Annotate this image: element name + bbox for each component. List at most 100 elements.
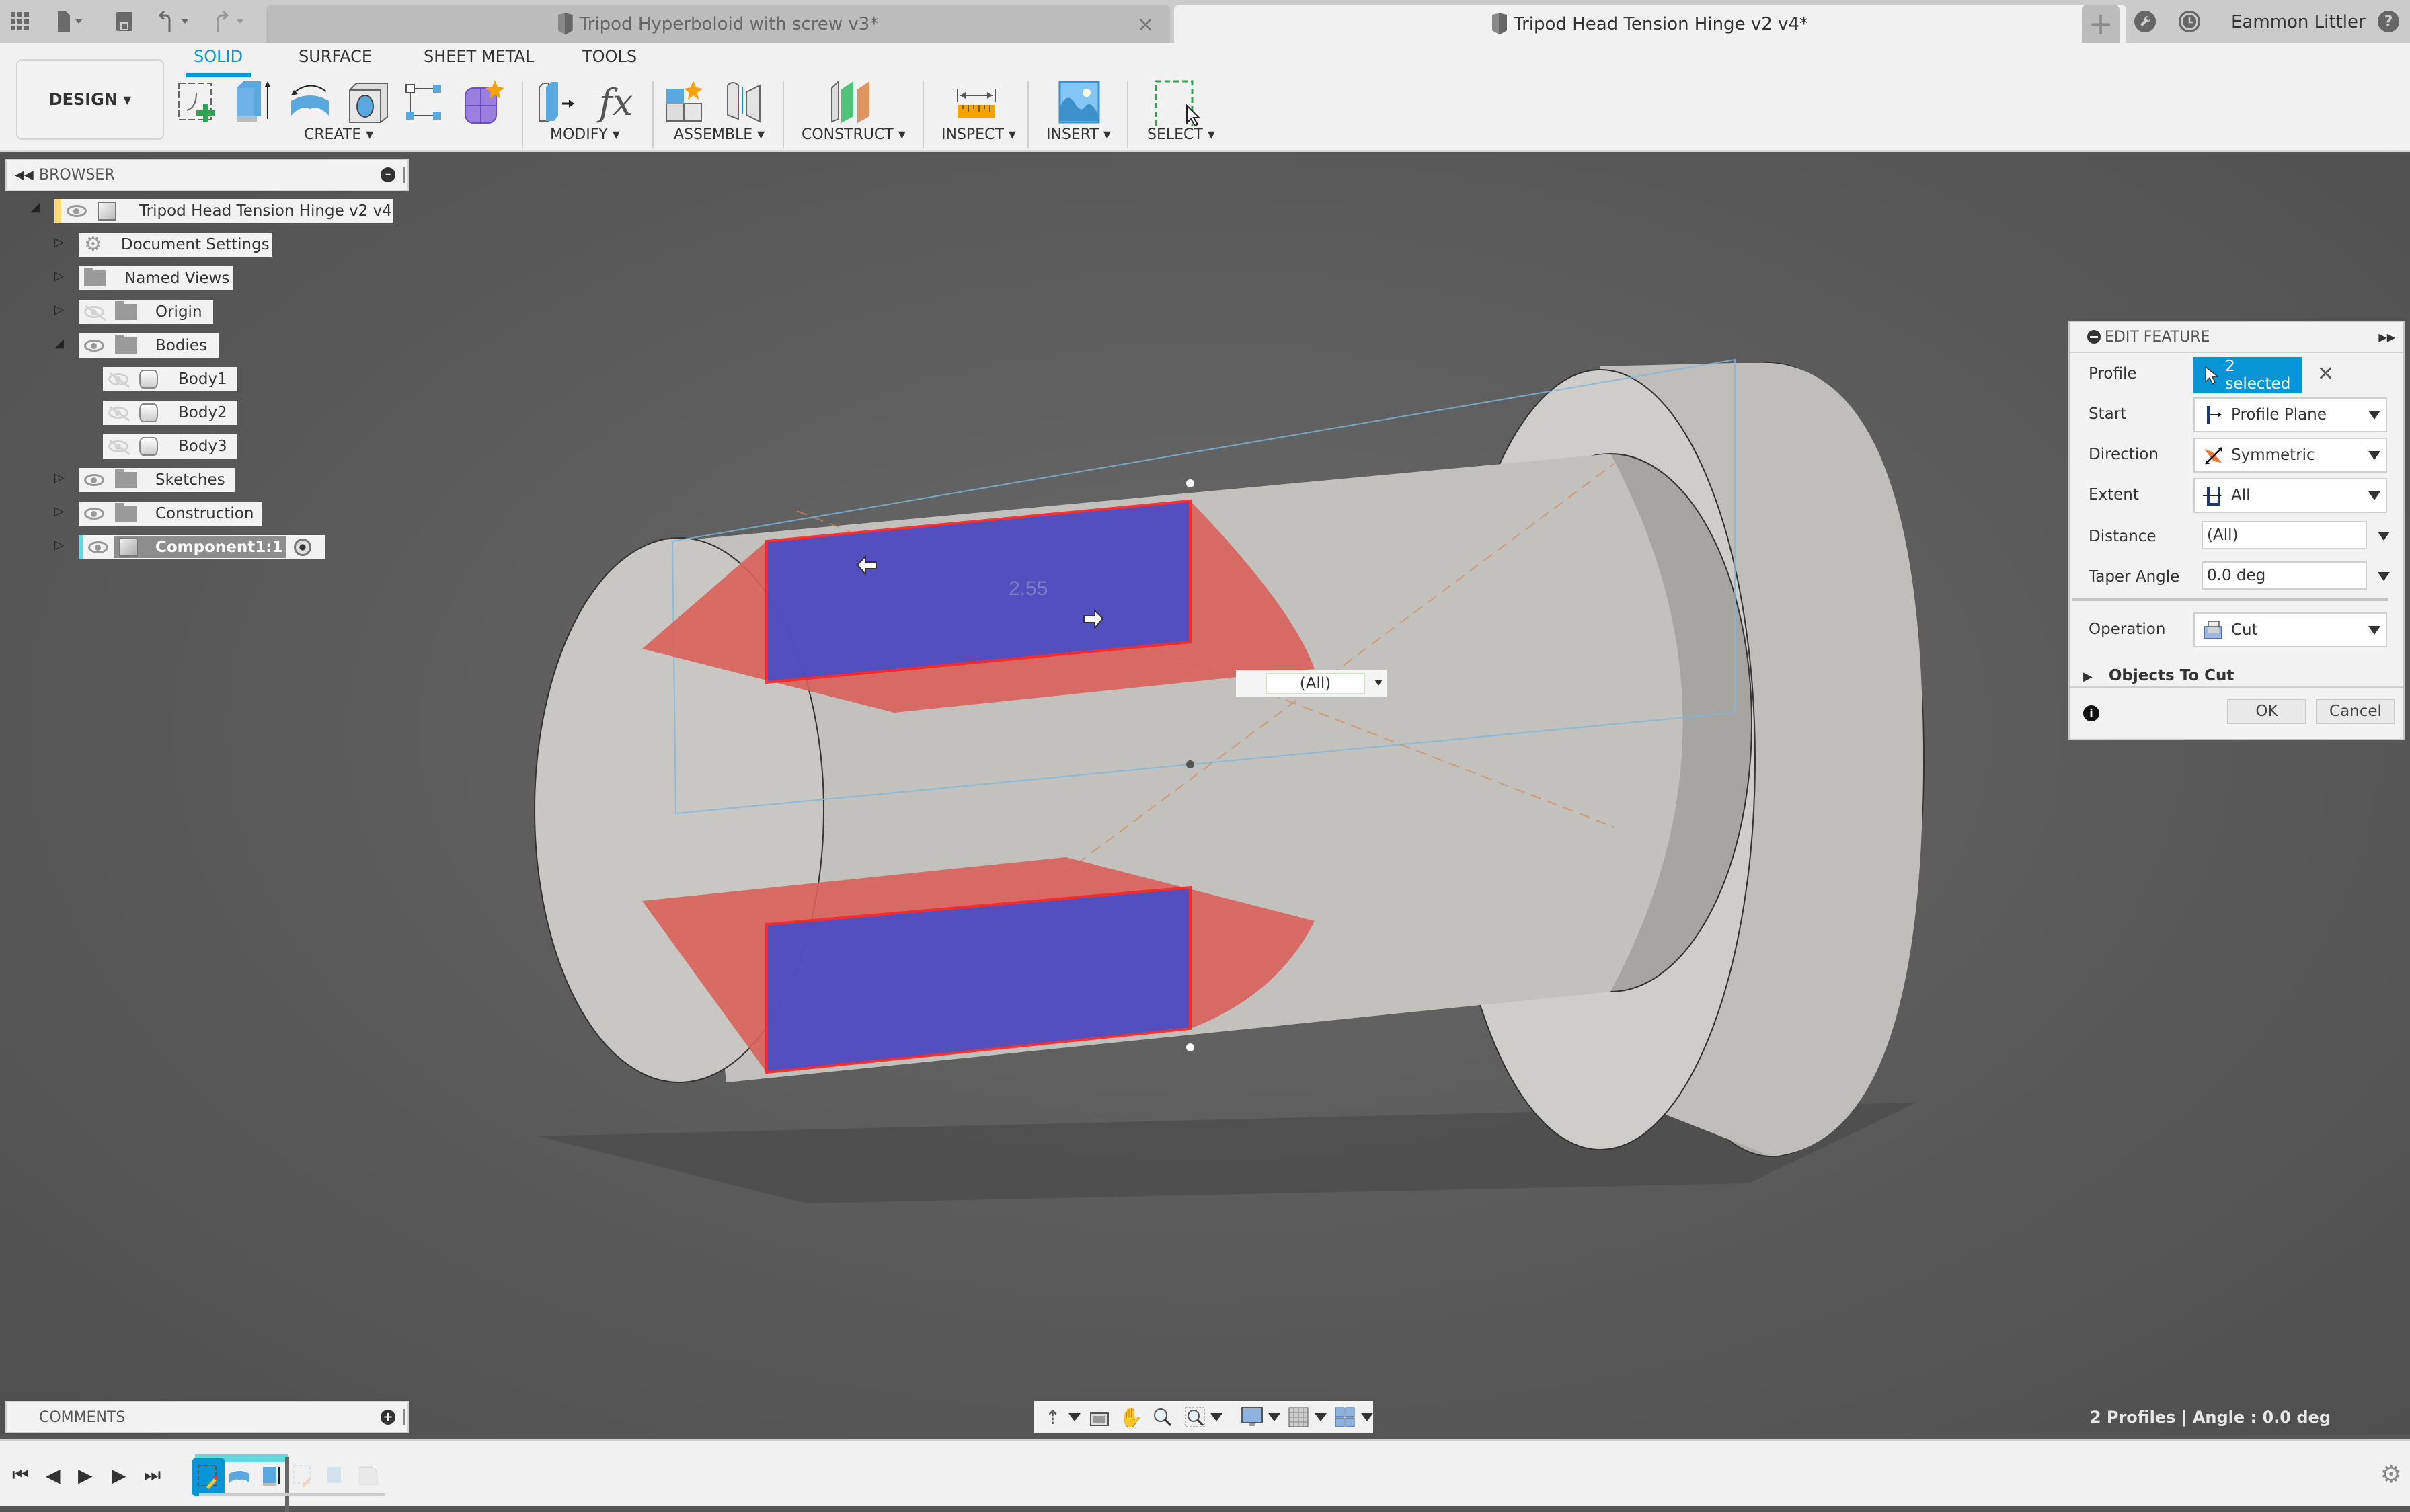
- tree-item-origin[interactable]: Origin: [79, 300, 213, 324]
- fit-zoom-icon[interactable]: [1181, 1406, 1208, 1429]
- pan-hand-icon[interactable]: ✋: [1118, 1406, 1144, 1429]
- viewports-icon[interactable]: [1332, 1406, 1358, 1429]
- insert-menu[interactable]: INSERT ▾: [1046, 126, 1111, 143]
- timeline-sketch-suppressed[interactable]: [290, 1462, 317, 1489]
- modify-menu[interactable]: MODIFY ▾: [550, 126, 620, 143]
- tree-item-construction[interactable]: Construction: [79, 502, 262, 526]
- objects-to-cut-section[interactable]: ▶ Objects To Cut: [2083, 667, 2234, 684]
- tab-sheet-metal[interactable]: SHEET METAL: [424, 47, 534, 73]
- ok-button[interactable]: OK: [2227, 699, 2306, 724]
- tab-tension-hinge[interactable]: Tripod Head Tension Hinge v2 v4* ×: [1174, 5, 2126, 43]
- eye-icon[interactable]: [84, 340, 104, 352]
- direction-select[interactable]: Symmetric: [2193, 438, 2387, 473]
- undo-icon[interactable]: [159, 9, 195, 34]
- chevron-down-icon[interactable]: [1068, 1413, 1081, 1421]
- chevron-down-icon[interactable]: [1210, 1413, 1223, 1421]
- eye-hidden-icon[interactable]: [108, 440, 128, 452]
- chevron-down-icon[interactable]: [2378, 532, 2390, 541]
- tree-item-named-views[interactable]: Named Views: [79, 266, 233, 290]
- inline-distance-value[interactable]: (All): [1266, 673, 1365, 694]
- start-select[interactable]: Profile Plane: [2193, 397, 2387, 432]
- timeline-extrude-suppressed[interactable]: [323, 1462, 350, 1489]
- save-icon[interactable]: [116, 9, 133, 34]
- new-tab-button[interactable]: +: [2082, 5, 2120, 43]
- tree-root[interactable]: Tripod Head Tension Hinge v2 v4: [54, 199, 393, 223]
- display-settings-icon[interactable]: [1239, 1406, 1265, 1429]
- chevron-down-icon[interactable]: [1314, 1413, 1327, 1421]
- timeline-marker[interactable]: [285, 1457, 289, 1512]
- timeline-fillet-suppressed[interactable]: [355, 1462, 382, 1489]
- orbit-icon[interactable]: ⇡: [1040, 1406, 1066, 1429]
- step-forward-icon[interactable]: ▶: [112, 1464, 126, 1486]
- eye-icon[interactable]: [67, 205, 87, 217]
- pattern-button[interactable]: [399, 77, 451, 128]
- eye-hidden-icon[interactable]: [108, 373, 128, 385]
- expand-arrow-icon[interactable]: ▷: [54, 269, 65, 283]
- inline-distance-input[interactable]: (All): [1236, 670, 1387, 697]
- eye-hidden-icon[interactable]: [108, 407, 128, 419]
- timeline-extrude[interactable]: [258, 1462, 285, 1489]
- gear-icon[interactable]: ⚙: [2380, 1461, 2402, 1488]
- change-parameters-button[interactable]: fx: [590, 77, 642, 128]
- chevron-down-icon[interactable]: [1374, 680, 1383, 686]
- add-comment-icon[interactable]: +: [381, 1410, 395, 1425]
- select-menu[interactable]: SELECT ▾: [1147, 126, 1215, 143]
- operation-select[interactable]: Cut: [2193, 612, 2387, 647]
- zoom-icon[interactable]: [1150, 1406, 1176, 1429]
- eye-icon[interactable]: [88, 541, 108, 553]
- joint-button[interactable]: [720, 77, 771, 128]
- expand-arrow-icon[interactable]: ▷: [54, 235, 65, 249]
- expand-arrow-icon[interactable]: ▷: [54, 504, 65, 518]
- eye-icon[interactable]: [84, 474, 104, 486]
- distance-input[interactable]: (All): [2202, 521, 2367, 549]
- eye-hidden-icon[interactable]: [84, 306, 104, 318]
- tree-item-component1[interactable]: Component1:1: [79, 535, 325, 559]
- resize-handle[interactable]: [403, 1409, 405, 1425]
- measure-button[interactable]: [951, 77, 1002, 128]
- eye-icon[interactable]: [84, 508, 104, 520]
- create-sketch-button[interactable]: [172, 77, 223, 128]
- close-icon[interactable]: ×: [1137, 13, 1154, 36]
- 3d-viewport[interactable]: 2.55 (All) FRONT: [0, 154, 2410, 1435]
- activate-radio-icon[interactable]: [294, 539, 311, 556]
- tab-surface[interactable]: SURFACE: [299, 47, 372, 73]
- tree-item-document-settings[interactable]: ⚙ Document Settings: [79, 233, 272, 257]
- clock-icon[interactable]: [2179, 11, 2200, 32]
- extent-select[interactable]: All: [2193, 478, 2387, 513]
- collapse-icon[interactable]: [2087, 330, 2101, 344]
- tab-tripod-hyperboloid[interactable]: Tripod Hyperboloid with screw v3* ×: [266, 5, 1170, 43]
- assemble-menu[interactable]: ASSEMBLE ▾: [674, 126, 765, 143]
- construct-menu[interactable]: CONSTRUCT ▾: [802, 126, 906, 143]
- taper-angle-input[interactable]: 0.0 deg: [2202, 561, 2367, 590]
- tree-item-body2[interactable]: Body2: [103, 401, 237, 425]
- offset-plane-button[interactable]: [827, 77, 878, 128]
- expand-icon[interactable]: ▶▶: [2378, 331, 2395, 344]
- collapse-arrow-icon[interactable]: ◢: [30, 200, 40, 214]
- drag-handle[interactable]: [1186, 760, 1194, 768]
- file-icon[interactable]: [56, 9, 86, 34]
- expand-arrow-icon[interactable]: ▷: [54, 303, 65, 317]
- play-icon[interactable]: ▶: [78, 1464, 93, 1486]
- minimize-icon[interactable]: –: [381, 167, 395, 182]
- tree-item-bodies[interactable]: Bodies: [79, 333, 219, 358]
- dialog-header[interactable]: EDIT FEATURE ▶▶: [2070, 322, 2403, 353]
- tab-tools[interactable]: TOOLS: [582, 47, 637, 73]
- wrench-icon[interactable]: [2134, 11, 2156, 32]
- tree-item-sketches[interactable]: Sketches: [79, 468, 235, 492]
- clear-selection-icon[interactable]: ✕: [2317, 362, 2334, 386]
- new-component-button[interactable]: [662, 77, 713, 128]
- redo-icon[interactable]: [214, 9, 250, 34]
- model-canvas[interactable]: 2.55: [0, 154, 2410, 1435]
- workspace-switcher[interactable]: DESIGN ▾: [16, 59, 164, 140]
- help-icon[interactable]: ?: [2378, 11, 2399, 32]
- revolve-button[interactable]: [285, 77, 336, 128]
- tab-solid[interactable]: SOLID: [185, 47, 251, 77]
- timeline-sketch-active[interactable]: [192, 1458, 225, 1496]
- create-form-button[interactable]: [457, 77, 508, 128]
- go-to-end-icon[interactable]: ⏭: [144, 1464, 161, 1486]
- app-grid-icon[interactable]: [11, 9, 30, 34]
- collapse-browser-icon[interactable]: ◀◀: [15, 168, 34, 182]
- comments-panel-header[interactable]: COMMENTS +: [5, 1401, 409, 1433]
- tree-item-body3[interactable]: Body3: [103, 434, 237, 459]
- create-menu[interactable]: CREATE ▾: [304, 126, 373, 143]
